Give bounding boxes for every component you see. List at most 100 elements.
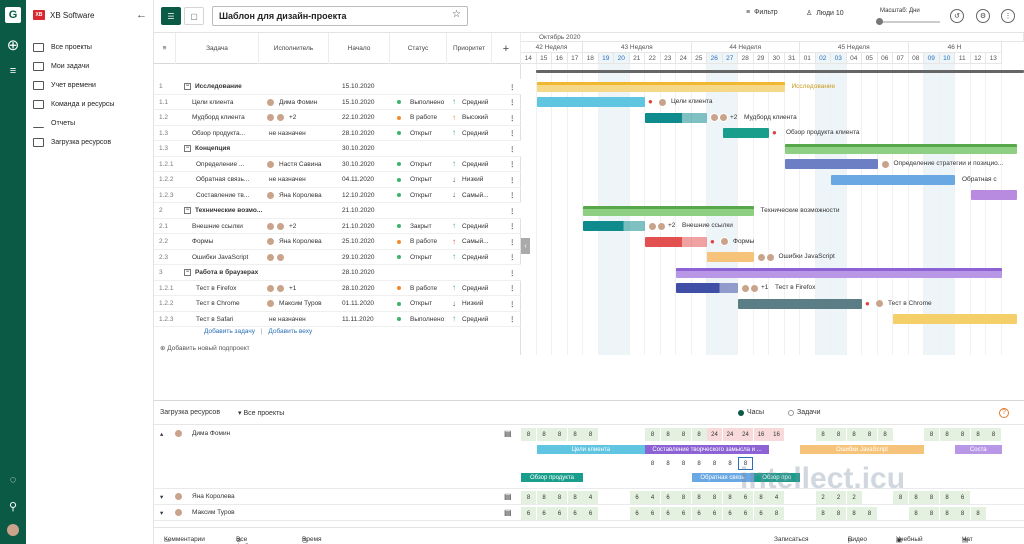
task-row[interactable]: 2.1 Внешние ссылки +2 21.10.2020 Закрыт ↑ Сред… bbox=[154, 219, 521, 234]
columns-menu-icon[interactable]: ≡ bbox=[154, 33, 176, 64]
task-row[interactable]: 2.2 Формы Яна Королева 25.10.2020 В работе ↑ С… bbox=[154, 234, 521, 250]
task-group-row[interactable]: 1.3 − Концепция 30.10.2020 ⋮ bbox=[154, 141, 521, 157]
task-row[interactable]: 1.2.1 Тест в Firefox +1 28.10.2020 В работе ↑… bbox=[154, 281, 521, 296]
task-assignee[interactable]: +2 bbox=[266, 219, 338, 234]
scale-slider-handle[interactable] bbox=[876, 18, 883, 25]
task-hours-cell[interactable]: 8 bbox=[692, 457, 707, 470]
row-menu-icon[interactable]: ⋮ bbox=[509, 312, 515, 327]
task-row[interactable]: 2.3 Ошибки JavaScript 29.10.2020 Открыт ↑ Сре… bbox=[154, 250, 521, 265]
gantt-view-button[interactable]: ☰ bbox=[161, 7, 181, 25]
task-status[interactable]: В работе bbox=[397, 281, 451, 296]
task-assignee[interactable]: Максим Туров bbox=[266, 296, 338, 311]
gantt-bar[interactable] bbox=[676, 267, 1002, 278]
star-icon[interactable]: ☆ bbox=[452, 9, 461, 20]
task-status[interactable]: Выполнено bbox=[397, 312, 451, 327]
task-hours-cell[interactable]: 8 bbox=[707, 457, 722, 470]
task-status[interactable]: Открыт bbox=[397, 126, 451, 141]
task-status[interactable]: Открыт bbox=[397, 250, 451, 265]
history-icon[interactable]: ↺ bbox=[950, 9, 964, 23]
row-menu-icon[interactable]: ⋮ bbox=[509, 110, 515, 125]
col-priority[interactable]: Приоритет bbox=[447, 33, 492, 64]
resource-task-bar[interactable]: Ошибки JavaScript bbox=[800, 445, 924, 454]
task-priority[interactable]: ↑ Высокий bbox=[452, 110, 508, 125]
row-menu-icon[interactable]: ⋮ bbox=[509, 79, 515, 94]
calendar-icon[interactable]: ▤ bbox=[504, 492, 512, 501]
search-icon[interactable]: ⚲ bbox=[5, 498, 21, 514]
resource-task-bar[interactable]: Обзор продукта bbox=[521, 473, 583, 482]
row-menu-icon[interactable]: ⋮ bbox=[509, 172, 515, 187]
menu-icon[interactable]: ≡ bbox=[5, 63, 21, 79]
gantt-bar[interactable] bbox=[893, 314, 1017, 324]
task-status[interactable]: Открыт bbox=[397, 172, 451, 187]
gantt-bar[interactable] bbox=[707, 252, 754, 262]
task-row[interactable]: 1.2.2 Обратная связь... не назначен 04.11.2… bbox=[154, 172, 521, 188]
task-assignee[interactable] bbox=[266, 250, 338, 265]
add-column-icon[interactable]: + bbox=[492, 33, 521, 64]
sidebar-item-reports[interactable]: Отчеты bbox=[33, 114, 151, 133]
task-row[interactable]: 1.1 Цели клиента Дима Фомин 15.10.2020 Выпол… bbox=[154, 95, 521, 110]
task-priority[interactable]: ↑ Средний bbox=[452, 312, 508, 327]
col-status[interactable]: Статус bbox=[390, 33, 447, 64]
task-row[interactable]: 1.2.1 Определение ... Настя Савина 30.10.20… bbox=[154, 157, 521, 172]
gantt-bar[interactable] bbox=[536, 81, 785, 92]
collapse-icon[interactable]: − bbox=[184, 207, 191, 214]
row-menu-icon[interactable]: ⋮ bbox=[509, 234, 515, 249]
expand-icon[interactable]: ▴ bbox=[160, 430, 163, 438]
resource-task-bar[interactable]: Соста bbox=[955, 445, 1002, 454]
task-assignee[interactable]: Яна Королева bbox=[266, 188, 338, 203]
task-status[interactable]: Закрыт bbox=[397, 219, 451, 234]
add-icon[interactable]: ⊕ bbox=[5, 37, 21, 54]
resource-task-bar[interactable]: Цели клиента bbox=[536, 445, 645, 454]
task-assignee[interactable]: +1 bbox=[266, 281, 338, 296]
task-priority[interactable]: ↑ Средний bbox=[452, 281, 508, 296]
user-avatar[interactable] bbox=[7, 524, 19, 536]
row-menu-icon[interactable]: ⋮ bbox=[509, 265, 515, 280]
more-icon[interactable]: ⋮ bbox=[1001, 9, 1015, 23]
expand-icon[interactable]: ▾ bbox=[160, 509, 163, 517]
project-title-input[interactable]: Шаблон для дизайн-проекта bbox=[212, 6, 468, 26]
projects-dropdown[interactable]: ▾ Все проекты bbox=[238, 409, 284, 417]
row-menu-icon[interactable]: ⋮ bbox=[509, 281, 515, 296]
row-menu-icon[interactable]: ⋮ bbox=[509, 157, 515, 172]
task-priority[interactable]: ↑ Средний bbox=[452, 95, 508, 110]
task-assignee[interactable]: не назначен bbox=[266, 126, 338, 141]
sidebar-item-all-projects[interactable]: Все проекты bbox=[33, 38, 151, 57]
gantt-bar[interactable] bbox=[784, 159, 878, 169]
gantt-bar[interactable] bbox=[970, 190, 1017, 200]
sidebar-item-time[interactable]: Учет времени bbox=[33, 76, 151, 95]
task-assignee[interactable]: Настя Савина bbox=[266, 157, 338, 172]
app-logo[interactable]: G bbox=[5, 7, 21, 23]
sidebar-item-team[interactable]: Команда и ресурсы bbox=[33, 95, 151, 114]
task-assignee[interactable]: Дима Фомин bbox=[266, 95, 338, 110]
task-status[interactable]: Открыт bbox=[397, 188, 451, 203]
task-assignee[interactable]: не назначен bbox=[266, 172, 338, 187]
task-assignee[interactable] bbox=[266, 141, 338, 156]
row-menu-icon[interactable]: ⋮ bbox=[509, 250, 515, 265]
task-priority[interactable]: ↑ Средний bbox=[452, 250, 508, 265]
row-menu-icon[interactable]: ⋮ bbox=[509, 95, 515, 110]
sidebar-item-resources[interactable]: Загрузка ресурсов bbox=[33, 133, 151, 152]
task-assignee[interactable]: не назначен bbox=[266, 312, 338, 327]
row-menu-icon[interactable]: ⋮ bbox=[509, 141, 515, 156]
resource-task-bar[interactable]: Составление творческого замысла и ... bbox=[645, 445, 769, 454]
tasks-radio[interactable]: Задачи bbox=[788, 409, 821, 416]
back-arrow-icon[interactable]: ← bbox=[136, 9, 147, 21]
row-menu-icon[interactable]: ⋮ bbox=[509, 203, 515, 218]
gantt-bar[interactable] bbox=[645, 236, 707, 247]
row-menu-icon[interactable]: ⋮ bbox=[509, 296, 515, 311]
gantt-bar[interactable] bbox=[645, 112, 707, 123]
collapse-icon[interactable]: − bbox=[184, 145, 191, 152]
task-priority[interactable]: ↑ Средний bbox=[452, 219, 508, 234]
task-status[interactable]: Открыт bbox=[397, 157, 451, 172]
task-row[interactable]: 1.2.2 Тест в Chrome Максим Туров 01.11.2020… bbox=[154, 296, 521, 312]
sidebar-item-my-tasks[interactable]: Мои задачи bbox=[33, 57, 151, 76]
task-status[interactable]: В работе bbox=[397, 234, 451, 249]
task-row[interactable]: 1.2 Мудборд клиента +2 22.10.2020 В работе ↑ В… bbox=[154, 110, 521, 126]
task-priority[interactable]: ↓ Низкий bbox=[452, 172, 508, 187]
gantt-bar[interactable] bbox=[583, 205, 754, 216]
row-menu-icon[interactable]: ⋮ bbox=[509, 219, 515, 234]
task-hours-cell[interactable]: 8 bbox=[645, 457, 660, 470]
timeline-collapse-handle[interactable]: ‹ bbox=[521, 238, 530, 254]
expand-icon[interactable]: ▾ bbox=[160, 493, 163, 501]
add-milestone-link[interactable]: Добавить веху bbox=[268, 328, 312, 335]
